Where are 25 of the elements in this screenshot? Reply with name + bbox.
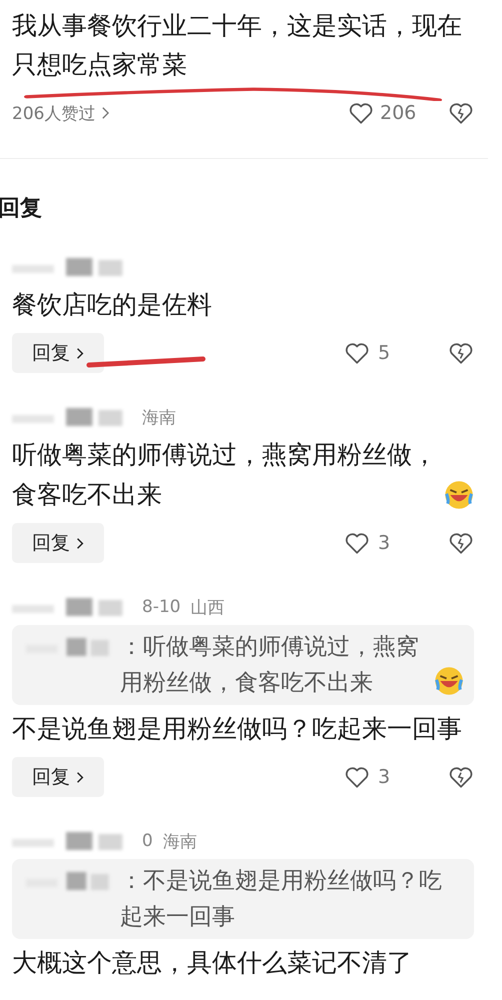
comment-meta: 8-10: [142, 597, 181, 617]
likers-link[interactable]: 206人赞过: [12, 102, 96, 124]
reply-button[interactable]: 回复: [12, 523, 104, 563]
chevron-right-icon[interactable]: [76, 346, 84, 360]
comment-text: 听做粤菜的师傅说过，燕窝用粉丝做，食客吃不出来: [12, 439, 438, 511]
comment-text: 我从事餐饮行业二十年，这是实话，现在只想吃点家常菜: [12, 10, 463, 81]
quote-text: ：听做粤菜的师傅说过，燕窝用粉丝做，食客吃不出来: [120, 633, 420, 698]
reply-button[interactable]: 回复: [12, 757, 104, 797]
comment-meta: 山西: [190, 596, 225, 618]
like-count: 3: [378, 766, 392, 788]
laughing-emoji-icon: [444, 480, 474, 510]
comment-text: 餐饮店吃的是佐料: [12, 289, 212, 321]
comment-text: 不是说鱼翅是用粉丝做吗？吃起来一回事: [12, 713, 462, 745]
chevron-right-icon[interactable]: [76, 536, 84, 550]
like-count: 3: [378, 532, 392, 554]
comment-text: 大概这个意思，具体什么菜记不清了: [12, 947, 412, 979]
quote-text: ：不是说鱼翅是用粉丝做吗？吃起来一回事: [120, 867, 443, 932]
comment-meta: 海南: [142, 406, 176, 428]
reply-button[interactable]: 回复: [12, 333, 104, 373]
comment-meta: 0: [142, 831, 153, 851]
like-count: 5: [378, 342, 392, 364]
laughing-emoji-icon: [434, 666, 464, 696]
chevron-right-icon[interactable]: [76, 770, 84, 784]
like-count: 206: [380, 102, 418, 124]
comment-meta: 海南: [162, 830, 197, 852]
